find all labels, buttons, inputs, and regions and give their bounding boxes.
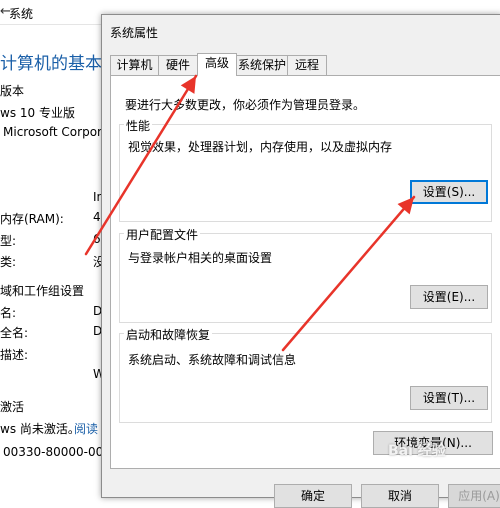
- system-window-title: 系统: [9, 7, 34, 21]
- system-info-line: 型:: [0, 234, 17, 248]
- tab-hardware[interactable]: 硬件: [158, 55, 198, 75]
- dialog-title: 系统属性: [110, 26, 159, 40]
- system-info-line: 类:: [0, 255, 17, 269]
- performance-legend: 性能: [124, 117, 153, 134]
- startup-recovery-description: 系统启动、系统故障和调试信息: [128, 353, 297, 367]
- system-properties-dialog: 系统属性 计算机名 硬件 高级 系统保护 远程 要进行大多数更改，你必须作为管理…: [101, 14, 500, 508]
- system-info-line: 6: [93, 232, 101, 246]
- user-profiles-group: 用户配置文件 与登录帐户相关的桌面设置 设置(E)...: [119, 226, 492, 323]
- user-profiles-legend: 用户配置文件: [124, 226, 201, 243]
- cancel-button[interactable]: 取消: [361, 484, 439, 508]
- system-info-line: 激活: [0, 400, 25, 414]
- performance-group: 性能 视觉效果，处理器计划，内存使用，以及虚拟内存 设置(S)...: [119, 117, 492, 222]
- system-info-line: 描述:: [0, 348, 29, 362]
- system-info-line: 名:: [0, 306, 17, 320]
- system-window-titlebar: ← 系统: [0, 0, 110, 25]
- user-profiles-description: 与登录帐户相关的桌面设置: [128, 251, 273, 265]
- user-profiles-settings-button[interactable]: 设置(E)...: [410, 285, 488, 309]
- startup-recovery-settings-button[interactable]: 设置(T)...: [410, 386, 488, 410]
- apply-button[interactable]: 应用(A): [448, 484, 500, 508]
- tab-remote[interactable]: 远程: [287, 55, 327, 75]
- ok-button[interactable]: 确定: [274, 484, 352, 508]
- admin-notice: 要进行大多数更改，你必须作为管理员登录。: [125, 98, 366, 112]
- watermark-logo: Bai 经验: [388, 443, 446, 459]
- system-info-line: 内存(RAM):: [0, 212, 64, 226]
- system-info-line: 版本: [0, 84, 25, 98]
- tab-system-protection[interactable]: 系统保护: [236, 55, 288, 75]
- system-info-line[interactable]: 阅读: [74, 420, 98, 437]
- system-info-line: ws 尚未激活。: [0, 422, 80, 436]
- close-icon[interactable]: [471, 15, 500, 39]
- startup-recovery-legend: 启动和故障恢复: [124, 326, 213, 343]
- advanced-tab-panel: 要进行大多数更改，你必须作为管理员登录。 性能 视觉效果，处理器计划，内存使用，…: [110, 75, 500, 469]
- system-info-line: Microsoft Corporat: [3, 125, 115, 139]
- tab-computer-name[interactable]: 计算机名: [110, 55, 159, 91]
- system-info-line: 全名:: [0, 326, 29, 340]
- system-info-line: ws 10 专业版: [0, 106, 75, 120]
- system-info-line: 域和工作组设置: [0, 284, 85, 298]
- startup-recovery-group: 启动和故障恢复 系统启动、系统故障和调试信息 设置(T)...: [119, 326, 492, 423]
- tab-advanced[interactable]: 高级: [197, 53, 237, 76]
- performance-description: 视觉效果，处理器计划，内存使用，以及虚拟内存: [128, 140, 393, 154]
- performance-settings-button[interactable]: 设置(S)...: [410, 180, 488, 204]
